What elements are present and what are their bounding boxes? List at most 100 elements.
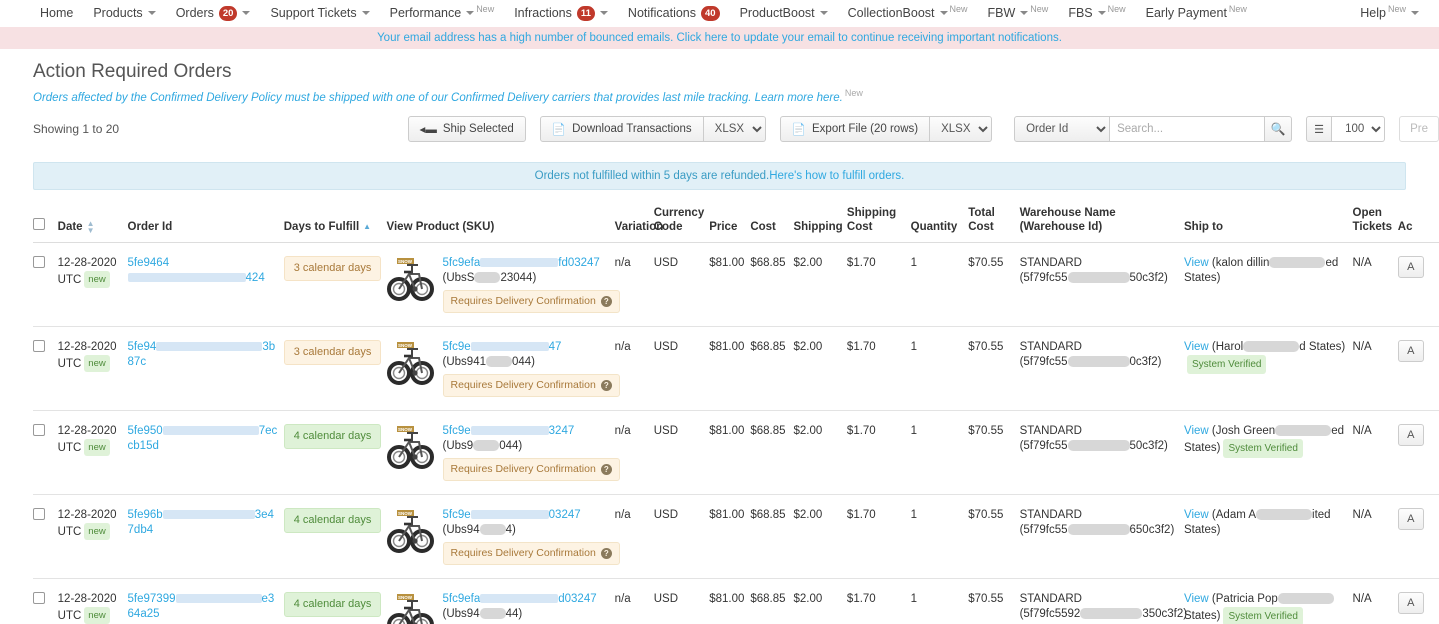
row-action-button[interactable]: A	[1397, 508, 1424, 530]
confirmed-delivery-policy-note[interactable]: Orders affected by the Confirmed Deliver…	[33, 88, 1439, 104]
nav-item-collectionboost[interactable]: CollectionBoost New	[838, 0, 978, 28]
redacted-text	[156, 342, 263, 352]
order-id-link[interactable]: 5fe9464 424	[127, 257, 265, 284]
question-mark-icon[interactable]: ?	[600, 296, 612, 307]
sku-suffix: 3247	[548, 425, 575, 437]
question-mark-icon[interactable]: ?	[600, 380, 612, 391]
th-cost-label: Cost	[750, 221, 776, 233]
cell-date: 12-28-2020 UTC new	[57, 578, 128, 624]
th-ship-to: Ship to	[1184, 206, 1353, 243]
nav-item-fbw[interactable]: FBW New	[978, 0, 1059, 28]
nav-item-orders[interactable]: Orders 20	[166, 0, 261, 27]
export-format-select[interactable]: XLSXCSV	[930, 116, 993, 142]
nav-item-productboost[interactable]: ProductBoost	[730, 0, 838, 27]
search-input[interactable]	[1110, 116, 1265, 142]
search-field-select[interactable]: Order IdProduct IdSKUTransaction Id	[1014, 116, 1111, 142]
nav-item-support-tickets[interactable]: Support Tickets	[260, 0, 379, 27]
nav-item-products[interactable]: Products	[83, 0, 165, 27]
cell-quantity: 1	[910, 242, 969, 327]
fulfillment-info-link[interactable]: Here's how to fulfill orders.	[769, 170, 904, 182]
nav-item-help[interactable]: Help New	[1350, 0, 1429, 28]
th-date[interactable]: Date ▲ ▼	[57, 206, 128, 243]
svg-text:SNOW: SNOW	[398, 511, 413, 516]
order-date-timezone: UTC	[57, 358, 82, 370]
product-sku-link[interactable]: 5fc9e 47	[443, 340, 609, 355]
product-thumbnail[interactable]: SNOW	[386, 424, 435, 472]
cell-total-cost: $70.55	[968, 326, 1020, 411]
order-date: 12-28-2020	[57, 425, 117, 437]
cell-cost: $68.85	[750, 326, 794, 411]
order-id-link[interactable]: 5fe94 3b87c	[128, 341, 276, 368]
sort-icon[interactable]: ▲ ▼	[87, 219, 95, 234]
th-variation: Variation	[614, 206, 663, 243]
select-all-checkbox[interactable]	[33, 218, 45, 230]
row-checkbox[interactable]	[33, 424, 45, 436]
row-action-button[interactable]: A	[1397, 256, 1424, 278]
product-thumbnail[interactable]: SNOW	[386, 592, 435, 624]
ship-selected-button[interactable]: ◂▬ Ship Selected	[407, 116, 526, 142]
th-actions: Ac	[1397, 206, 1439, 243]
product-sku-code: (UbsS 23044)	[443, 271, 609, 286]
th-shipping-cost: Shipping Cost	[846, 206, 911, 243]
svg-text:SNOW: SNOW	[398, 343, 413, 348]
export-file-button[interactable]: 📄 Export File (20 rows)	[779, 116, 931, 142]
order-id-prefix: 5fe94	[127, 341, 157, 353]
ship-to-view-link[interactable]: View	[1184, 425, 1209, 437]
nav-item-performance[interactable]: Performance New	[380, 0, 505, 28]
ship-to-view-link[interactable]: View	[1184, 257, 1209, 269]
nav-item-label: Home	[40, 6, 74, 20]
download-format-select[interactable]: XLSXCSV	[703, 116, 766, 142]
search-icon[interactable]: 🔍	[1264, 116, 1293, 142]
product-sku-link[interactable]: 5fc9e 3247	[443, 424, 609, 439]
ship-to-view-link[interactable]: View	[1184, 509, 1209, 521]
nav-item-early-payment[interactable]: Early Payment New	[1136, 0, 1257, 28]
product-sku-link[interactable]: 5fc9e 03247	[443, 508, 609, 523]
warehouse-id-suffix: 50c3f2)	[1129, 272, 1168, 284]
new-badge: new	[84, 355, 110, 372]
cell-order-id: 5fe9464 424	[127, 242, 284, 327]
sort-icon-active[interactable]: ▲	[363, 223, 371, 231]
row-checkbox[interactable]	[33, 592, 45, 604]
row-checkbox[interactable]	[33, 256, 45, 268]
nav-item-notifications[interactable]: Notifications 40	[618, 0, 730, 27]
list-view-icon[interactable]: ☰	[1306, 116, 1333, 142]
ship-icon: ◂▬	[419, 124, 437, 136]
table-row: 12-28-2020 UTC new 5fe9464 424 3 calendar day…	[33, 242, 1439, 327]
warehouse-id: (5f79fc5592 350c3f2)	[1020, 608, 1188, 620]
row-action-button[interactable]: A	[1397, 424, 1424, 446]
product-thumbnail[interactable]: SNOW	[386, 340, 435, 388]
product-sku-link[interactable]: 5fc9efa fd03247	[443, 256, 609, 271]
orders-table-head: Date ▲ ▼ Order Id Days to Fulfill ▲ View Pr…	[33, 206, 1439, 243]
warehouse-id-suffix: 50c3f2)	[1129, 440, 1168, 452]
per-page-select[interactable]: 102550100	[1332, 116, 1386, 142]
chevron-down-icon	[1020, 10, 1029, 15]
order-id-link[interactable]: 5fe96b 3e47db4	[128, 509, 274, 536]
order-id-link[interactable]: 5fe950 7eccb15d	[128, 425, 278, 452]
warehouse-name: STANDARD	[1019, 257, 1082, 269]
product-thumbnail[interactable]: SNOW	[386, 508, 435, 556]
row-checkbox[interactable]	[33, 340, 45, 352]
question-mark-icon[interactable]: ?	[600, 464, 612, 475]
nav-item-home[interactable]: Home	[30, 0, 83, 27]
row-action-button[interactable]: A	[1397, 592, 1424, 614]
page-body: Action Required Orders Orders affected b…	[0, 61, 1439, 624]
days-to-fulfill-badge: 3 calendar days	[283, 340, 382, 365]
row-action-button[interactable]: A	[1397, 340, 1424, 362]
product-sku-link[interactable]: 5fc9efa d03247	[443, 592, 609, 607]
cell-product: SNOW 5fc9e 47 (Ubs941 044) Requires Delivery …	[386, 326, 620, 411]
previous-page-button[interactable]: Pre	[1399, 116, 1439, 142]
email-bounce-alert[interactable]: Your email address has a high number of …	[0, 27, 1439, 49]
requires-delivery-confirmation-badge: Requires Delivery Confirmation?	[442, 374, 620, 397]
ship-to-view-link[interactable]: View	[1184, 593, 1209, 605]
nav-item-fbs[interactable]: FBS New	[1058, 0, 1135, 28]
th-days-to-fulfill[interactable]: Days to Fulfill ▲	[283, 206, 387, 243]
order-id-link[interactable]: 5fe97399 e364a25	[128, 593, 275, 620]
download-transactions-button[interactable]: 📄 Download Transactions	[539, 116, 704, 142]
product-thumbnail[interactable]: SNOW	[386, 256, 435, 304]
nav-item-infractions[interactable]: Infractions 11	[504, 0, 618, 27]
cell-shipping-cost: $1.70	[846, 410, 911, 495]
cell-shipping: $2.00	[793, 242, 847, 327]
row-checkbox[interactable]	[33, 508, 45, 520]
ship-to-view-link[interactable]: View	[1184, 341, 1209, 353]
question-mark-icon[interactable]: ?	[600, 548, 612, 559]
